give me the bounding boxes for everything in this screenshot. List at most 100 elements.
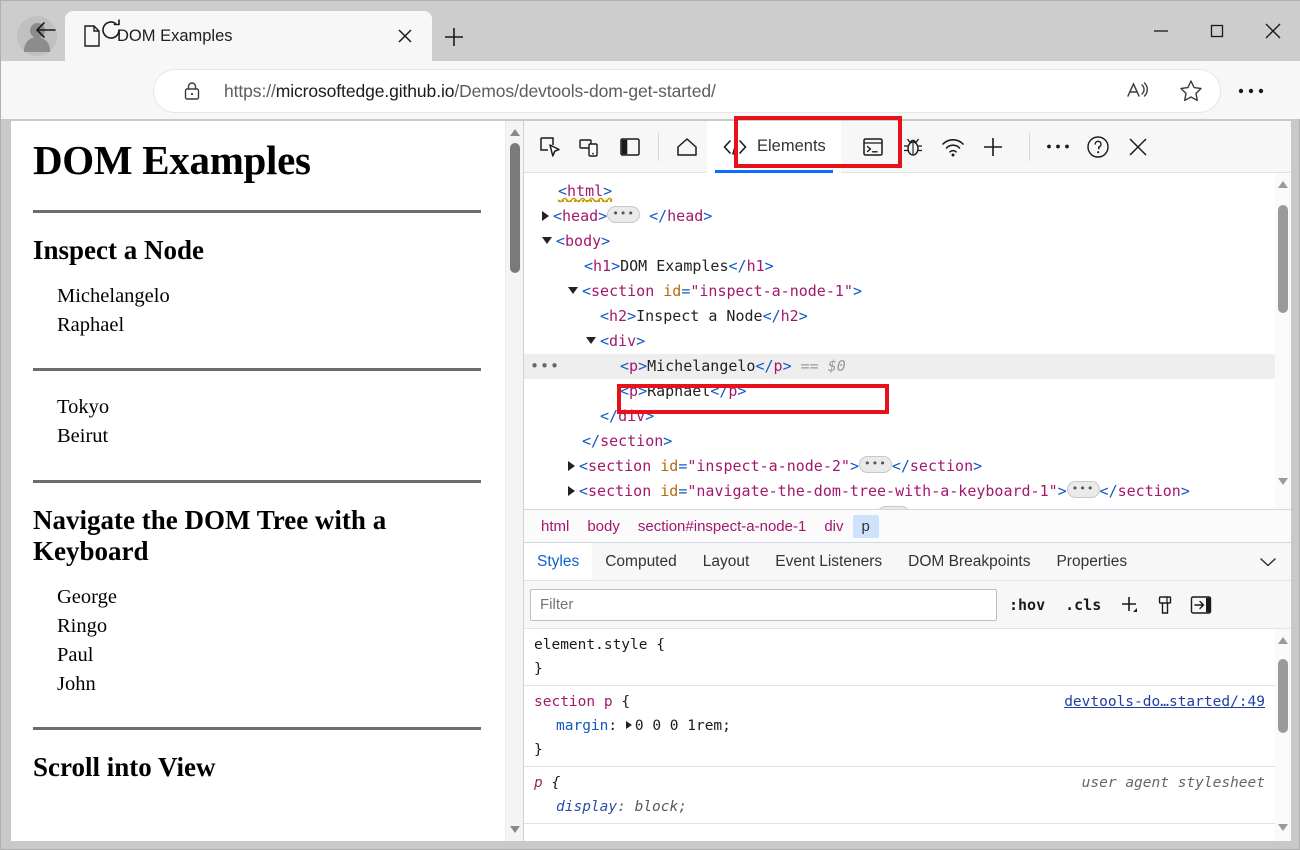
- tab-layout[interactable]: Layout: [690, 543, 763, 580]
- expand-shorthand-icon[interactable]: [625, 721, 632, 729]
- maximize-button[interactable]: [1189, 1, 1245, 61]
- dom-node-section-1[interactable]: <section id="inspect-a-node-1">: [524, 279, 1291, 304]
- back-button[interactable]: [25, 9, 67, 51]
- breadcrumb-item-html[interactable]: html: [532, 515, 578, 538]
- dom-node-section-scroll[interactable]: <section id="scroll-into-view-1">•••</se…: [524, 504, 1291, 509]
- console-ref-label: == $0: [800, 357, 846, 375]
- help-icon[interactable]: [1078, 127, 1118, 167]
- close-window-button[interactable]: [1245, 1, 1300, 61]
- breadcrumb-item-body[interactable]: body: [578, 515, 629, 538]
- dom-scroll-down-icon[interactable]: [1278, 478, 1288, 485]
- style-selector[interactable]: element.style: [534, 637, 648, 653]
- dom-node-head[interactable]: <head> ••• </head>: [524, 204, 1291, 229]
- section-list: Michelangelo Raphael: [33, 282, 481, 340]
- filter-input[interactable]: [530, 588, 997, 621]
- tab-event-listeners[interactable]: Event Listeners: [762, 543, 895, 580]
- dom-node-div-close[interactable]: </div>: [524, 404, 1291, 429]
- list-item: Ringo: [57, 614, 108, 637]
- dom-node-body[interactable]: <body>: [524, 229, 1291, 254]
- inspect-element-icon[interactable]: [530, 127, 570, 167]
- collapse-twisty-icon[interactable]: [542, 237, 552, 244]
- dom-node-html[interactable]: <html>: [524, 179, 1291, 204]
- tab-styles[interactable]: Styles: [524, 543, 593, 580]
- collapsed-children-badge[interactable]: •••: [1066, 481, 1100, 498]
- tab-close-icon[interactable]: [392, 23, 418, 49]
- style-rule-selector-line: p { user agent stylesheet: [534, 771, 1281, 795]
- dom-tree-scrollbar-thumb[interactable]: [1278, 205, 1288, 313]
- collapse-twisty-icon[interactable]: [568, 287, 578, 294]
- style-source-link[interactable]: devtools-do…started/:49: [1064, 690, 1265, 714]
- add-panel-button[interactable]: [973, 127, 1013, 167]
- address-bar[interactable]: https://microsoftedge.github.io/Demos/de…: [153, 69, 1221, 113]
- dom-node-p-raphael[interactable]: <p>Raphael</p>: [524, 379, 1291, 404]
- dom-tree[interactable]: <html> <head> ••• </head> <body> <h1>DOM …: [524, 173, 1291, 509]
- tab-title: DOM Examples: [117, 26, 233, 45]
- collapsed-children-badge[interactable]: •••: [858, 456, 892, 473]
- styles-pane[interactable]: element.style { } section p { devtools-d…: [524, 629, 1291, 841]
- minimize-button[interactable]: [1133, 1, 1189, 61]
- style-selector[interactable]: p: [534, 775, 543, 791]
- divider: [33, 210, 481, 214]
- network-icon[interactable]: [933, 127, 973, 167]
- tab-elements[interactable]: Elements: [707, 120, 841, 173]
- device-emulation-icon[interactable]: [570, 127, 610, 167]
- styles-scrollbar-thumb[interactable]: [1278, 659, 1288, 733]
- devtools-more-button[interactable]: [1038, 127, 1078, 167]
- divider: [33, 368, 481, 372]
- style-property[interactable]: margin: [534, 718, 608, 734]
- styles-scrollbar[interactable]: [1275, 629, 1291, 841]
- new-style-rule-button[interactable]: [1113, 590, 1145, 620]
- new-tab-button[interactable]: [438, 21, 470, 53]
- style-rule-section-p[interactable]: section p { devtools-do…started/:49 marg…: [524, 686, 1291, 767]
- collapsed-children-badge[interactable]: •••: [607, 206, 641, 223]
- style-declaration[interactable]: margin: 0 0 0 1rem;: [534, 714, 1281, 738]
- read-aloud-icon[interactable]: [1120, 72, 1158, 110]
- class-toggle-button[interactable]: .cls: [1057, 592, 1109, 618]
- hover-state-button[interactable]: :hov: [1001, 592, 1053, 618]
- style-value[interactable]: 0 0 0 1rem;: [635, 718, 731, 734]
- tab-computed[interactable]: Computed: [592, 543, 690, 580]
- home-icon[interactable]: [667, 127, 707, 167]
- scroll-down-arrow-icon[interactable]: [510, 826, 520, 833]
- issues-bug-icon[interactable]: [893, 127, 933, 167]
- reload-button[interactable]: [90, 9, 132, 51]
- dom-node-h2[interactable]: <h2>Inspect a Node</h2>: [524, 304, 1291, 329]
- style-selector[interactable]: section p: [534, 694, 613, 710]
- style-rule-element-style[interactable]: element.style { }: [524, 629, 1291, 686]
- expand-twisty-icon[interactable]: [568, 485, 575, 496]
- styles-scroll-up-icon[interactable]: [1278, 637, 1288, 644]
- toggle-sidebar-icon[interactable]: [1185, 590, 1217, 620]
- close-brace: }: [534, 742, 543, 758]
- dom-node-section-2[interactable]: <section id="inspect-a-node-2"> ••• </sect…: [524, 454, 1291, 479]
- dom-tree-scrollbar[interactable]: [1275, 173, 1291, 509]
- star-icon[interactable]: [1172, 72, 1210, 110]
- browser-settings-button[interactable]: [1233, 77, 1269, 105]
- dom-node-p-selected[interactable]: ••• <p>Michelangelo</p> == $0: [524, 354, 1291, 379]
- expand-twisty-icon[interactable]: [542, 210, 549, 221]
- scroll-up-arrow-icon[interactable]: [510, 129, 520, 136]
- tab-properties[interactable]: Properties: [1043, 543, 1140, 580]
- tab-dom-breakpoints[interactable]: DOM Breakpoints: [895, 543, 1043, 580]
- style-rule-p-user-agent[interactable]: p { user agent stylesheet display: block…: [524, 767, 1291, 824]
- dom-node-h1[interactable]: <h1>DOM Examples</h1>: [524, 254, 1291, 279]
- dom-node-section-keyboard[interactable]: <section id="navigate-the-dom-tree-with-…: [524, 479, 1291, 504]
- devtools-close-icon[interactable]: [1118, 127, 1158, 167]
- node-gutter-menu-icon[interactable]: •••: [530, 359, 560, 374]
- expand-twisty-icon[interactable]: [568, 460, 575, 471]
- chevron-down-icon[interactable]: [1245, 543, 1291, 580]
- collapsed-children-badge[interactable]: •••: [877, 506, 910, 509]
- breadcrumb-item-section[interactable]: section#inspect-a-node-1: [629, 515, 815, 538]
- dom-node-section-close[interactable]: </section>: [524, 429, 1291, 454]
- breadcrumb-item-p[interactable]: p: [852, 514, 879, 538]
- page-scrollbar-thumb[interactable]: [510, 143, 520, 273]
- page-scrollbar[interactable]: [505, 121, 523, 841]
- breadcrumb-item-div[interactable]: div: [815, 515, 852, 538]
- styles-scroll-down-icon[interactable]: [1278, 824, 1288, 831]
- dock-side-icon[interactable]: [610, 127, 650, 167]
- dom-node-div[interactable]: <div>: [524, 329, 1291, 354]
- paintbrush-icon[interactable]: [1149, 590, 1181, 620]
- list-item: Raphael: [57, 314, 125, 337]
- console-icon[interactable]: [853, 127, 893, 167]
- collapse-twisty-icon[interactable]: [586, 337, 596, 344]
- dom-scroll-up-icon[interactable]: [1278, 181, 1288, 188]
